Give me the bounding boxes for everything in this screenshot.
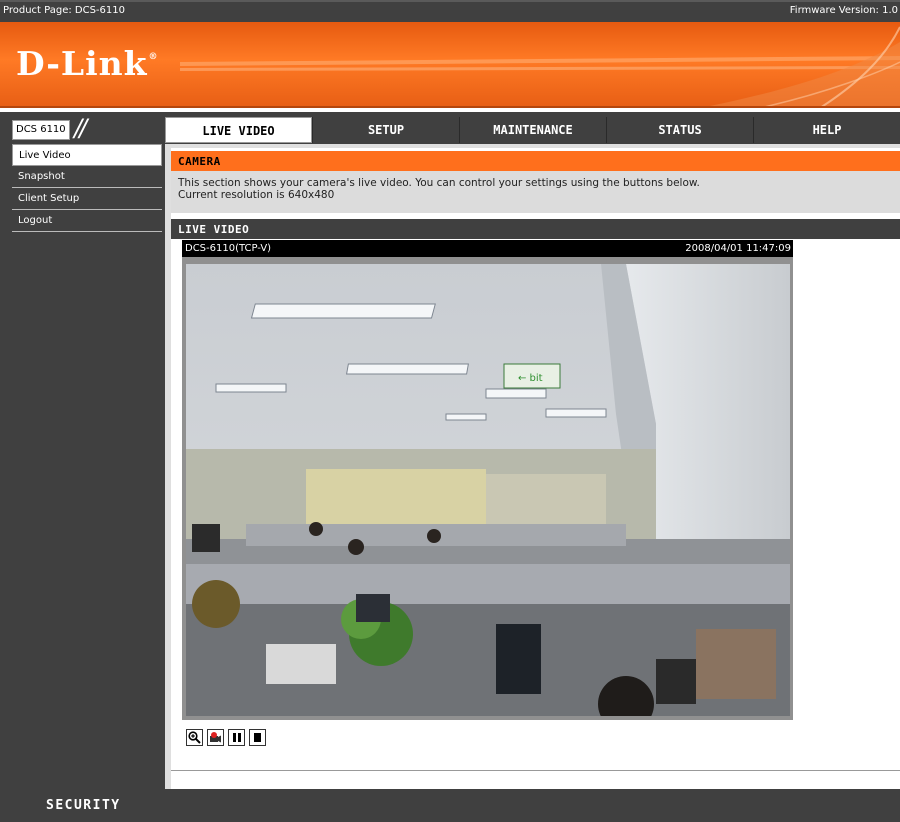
brand-banner: D-Link® (0, 22, 900, 108)
divider-slashes: // (74, 114, 87, 142)
video-timestamp: 2008/04/01 11:47:09 (685, 243, 791, 254)
firmware-version-label: Firmware Version: 1.0 (789, 5, 898, 16)
live-video-area: DCS-6110(TCP-V) 2008/04/01 11:47:09 ← bi… (171, 239, 900, 771)
video-controls (186, 729, 266, 746)
camera-name: DCS-6110(TCP-V) (185, 243, 272, 254)
tab-help[interactable]: HELP (753, 117, 900, 143)
sidebar-item-live-video[interactable]: Live Video (12, 144, 162, 166)
video-status-bar: DCS-6110(TCP-V) 2008/04/01 11:47:09 (182, 240, 793, 257)
footer-security-label: SECURITY (46, 798, 121, 813)
stop-icon[interactable] (249, 729, 266, 746)
record-icon[interactable] (207, 729, 224, 746)
sidebar-item-logout[interactable]: Logout (12, 210, 162, 232)
sidebar-item-snapshot[interactable]: Snapshot (12, 166, 162, 188)
tab-status[interactable]: STATUS (606, 117, 753, 143)
tab-bar: LIVE VIDEO SETUP MAINTENANCE STATUS HELP (165, 117, 900, 143)
camera-section-title: CAMERA (171, 151, 900, 171)
camera-desc-line1: This section shows your camera's live vi… (178, 177, 700, 189)
sidebar-menu: Live Video Snapshot Client Setup Logout (12, 144, 162, 232)
camera-desc-line2: Current resolution is 640x480 (178, 189, 335, 201)
model-badge: DCS 6110 (12, 120, 70, 140)
main-content: CAMERA This section shows your camera's … (165, 144, 900, 789)
tab-maintenance[interactable]: MAINTENANCE (459, 117, 606, 143)
live-video-section-title: LIVE VIDEO (171, 219, 900, 239)
content-panel: CAMERA This section shows your camera's … (171, 148, 900, 789)
video-frame: DCS-6110(TCP-V) 2008/04/01 11:47:09 ← bi… (182, 240, 793, 720)
svg-text:← bit: ← bit (518, 373, 543, 384)
pause-icon[interactable] (228, 729, 245, 746)
tab-live-video[interactable]: LIVE VIDEO (165, 117, 313, 143)
sidebar-item-client-setup[interactable]: Client Setup (12, 188, 162, 210)
top-bar: Product Page: DCS-6110 Firmware Version:… (0, 0, 900, 22)
sidebar: Live Video Snapshot Client Setup Logout (0, 144, 165, 789)
product-page-label: Product Page: DCS-6110 (3, 5, 125, 16)
footer-bar: SECURITY (0, 789, 900, 822)
main-nav: DCS 6110 // LIVE VIDEO SETUP MAINTENANCE… (0, 110, 900, 144)
live-video-feed[interactable]: ← bit (186, 264, 790, 716)
zoom-icon[interactable] (186, 729, 203, 746)
camera-description: This section shows your camera's live vi… (171, 171, 900, 213)
dlink-logo[interactable]: D-Link® (16, 44, 159, 83)
tab-setup[interactable]: SETUP (312, 117, 459, 143)
